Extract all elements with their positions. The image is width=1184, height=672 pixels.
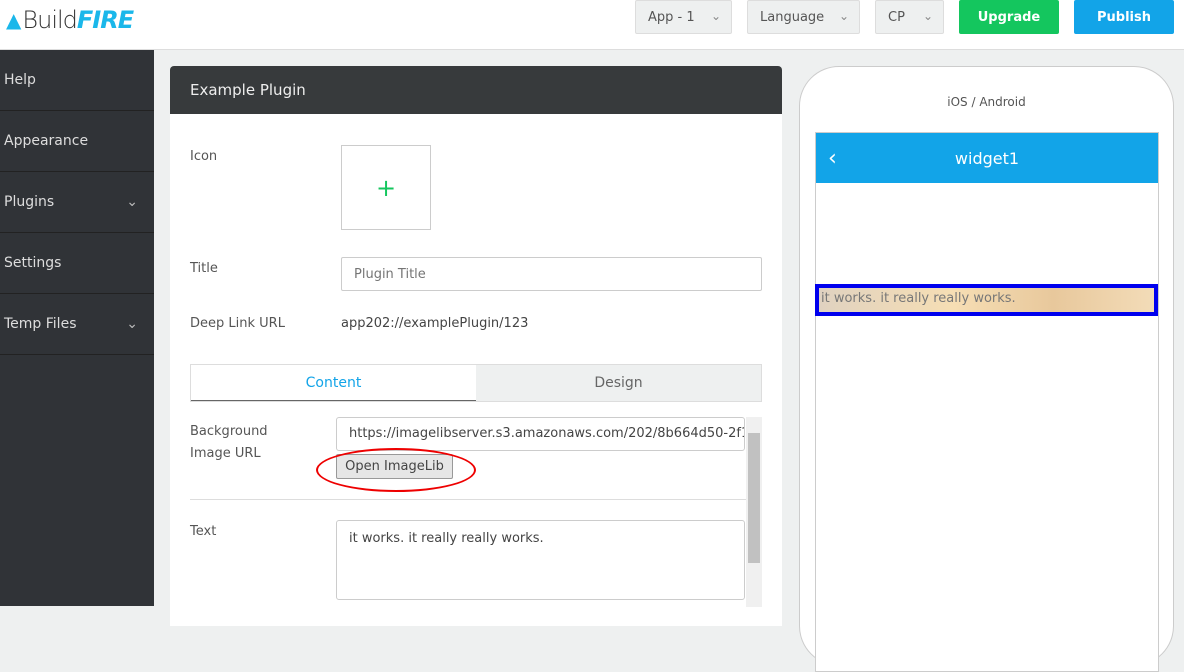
scrollbar[interactable] (746, 417, 762, 607)
plus-icon: + (375, 173, 397, 202)
flame-icon: ▲ (6, 8, 21, 32)
top-bar: ▲ Build FIRE App - 1 ⌄ Language ⌄ CP ⌄ Upgra… (0, 0, 1184, 50)
deep-link-value: app202://examplePlugin/123 (341, 316, 529, 331)
language-select[interactable]: Language ⌄ (747, 0, 860, 34)
sidebar-item-temp-files[interactable]: Temp Files ⌄ (0, 294, 154, 355)
widget-header: ‹ widget1 (816, 133, 1158, 183)
chevron-down-icon: ⌄ (922, 9, 933, 23)
sidebar-item-help[interactable]: Help (0, 50, 154, 111)
chevron-down-icon: ⌄ (126, 316, 138, 332)
divider (190, 499, 746, 500)
sidebar-item-appearance[interactable]: Appearance (0, 111, 154, 172)
deep-link-label: Deep Link URL (190, 316, 285, 331)
tabs: Content Design (190, 364, 762, 402)
sidebar: Help Appearance Plugins ⌄ Settings Temp F… (0, 50, 154, 606)
sidebar-item-plugins[interactable]: Plugins ⌄ (0, 172, 154, 233)
chevron-down-icon: ⌄ (838, 9, 849, 23)
text-label: Text (190, 524, 217, 539)
add-icon-button[interactable]: + (341, 145, 431, 230)
platform-label: iOS / Android (947, 95, 1026, 109)
title-label: Title (190, 261, 218, 276)
panel-title: Example Plugin (170, 66, 782, 114)
tab-content[interactable]: Content (191, 365, 476, 401)
widget-title: widget1 (954, 148, 1020, 168)
back-icon[interactable]: ‹ (828, 146, 837, 171)
title-input[interactable] (341, 257, 762, 291)
icon-label: Icon (190, 149, 218, 164)
text-textarea[interactable]: it works. it really really works. (336, 520, 745, 600)
chevron-down-icon: ⌄ (126, 194, 138, 210)
bg-url-input[interactable]: https://imagelibserver.s3.amazonaws.com/… (336, 417, 745, 451)
chevron-down-icon: ⌄ (710, 9, 721, 23)
app-select[interactable]: App - 1 ⌄ (635, 0, 732, 34)
publish-button[interactable]: Publish (1074, 0, 1174, 34)
cp-select[interactable]: CP ⌄ (875, 0, 944, 34)
upgrade-button[interactable]: Upgrade (959, 0, 1059, 34)
phone-screen: ‹ widget1 it works. it really really wor… (815, 132, 1159, 672)
phone-preview: iOS / Android ‹ widget1 it works. it rea… (799, 66, 1174, 672)
plugin-panel: Example Plugin Icon + Title Deep Link UR… (170, 66, 782, 626)
widget-text-block: it works. it really really works. (815, 284, 1158, 316)
red-annotation-circle (316, 448, 476, 492)
buildfire-logo[interactable]: ▲ Build FIRE (6, 6, 134, 34)
tab-design[interactable]: Design (476, 365, 761, 401)
bg-label: Background (190, 424, 268, 439)
sidebar-item-settings[interactable]: Settings (0, 233, 154, 294)
